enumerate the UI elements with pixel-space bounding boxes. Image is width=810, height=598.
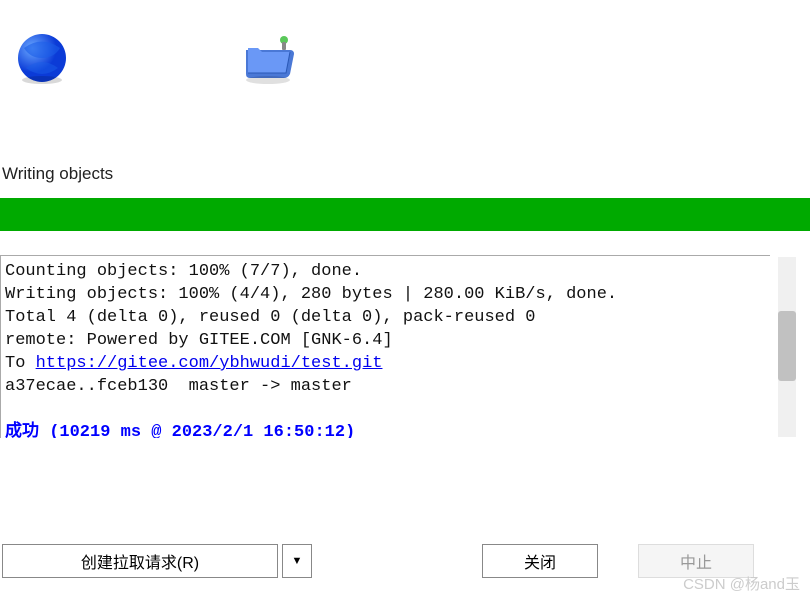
- chevron-down-icon: ▼: [292, 555, 303, 567]
- output-line: a37ecae..fceb130 master -> master: [5, 377, 352, 396]
- create-pull-request-button[interactable]: 创建拉取请求(R): [2, 544, 278, 578]
- scrollbar-thumb[interactable]: [778, 311, 796, 381]
- output-text[interactable]: Counting objects: 100% (7/7), done. Writ…: [0, 255, 770, 438]
- output-line: Writing objects: 100% (4/4), 280 bytes |…: [5, 285, 617, 304]
- button-row: 创建拉取请求(R) ▼ 关闭 中止: [0, 544, 810, 578]
- output-line-prefix: To: [5, 354, 36, 373]
- folder-icon[interactable]: [240, 30, 296, 86]
- create-pull-request-split-button: 创建拉取请求(R) ▼: [2, 544, 312, 578]
- icon-row: [0, 0, 810, 110]
- output-line: Counting objects: 100% (7/7), done.: [5, 262, 362, 281]
- status-label: Writing objects: [0, 110, 810, 184]
- output-success-line: 成功 (10219 ms @ 2023/2/1 16:50:12): [5, 423, 355, 438]
- progress-bar: [0, 198, 810, 231]
- output-url-link[interactable]: https://gitee.com/ybhwudi/test.git: [36, 354, 383, 373]
- output-line: remote: Powered by GITEE.COM [GNK-6.4]: [5, 331, 393, 350]
- close-button[interactable]: 关闭: [482, 544, 598, 578]
- scrollbar-track[interactable]: [778, 257, 796, 437]
- abort-button: 中止: [638, 544, 754, 578]
- globe-icon[interactable]: [14, 30, 70, 86]
- create-pull-request-dropdown[interactable]: ▼: [282, 544, 312, 578]
- output-area: Counting objects: 100% (7/7), done. Writ…: [0, 255, 810, 438]
- output-line: Total 4 (delta 0), reused 0 (delta 0), p…: [5, 308, 536, 327]
